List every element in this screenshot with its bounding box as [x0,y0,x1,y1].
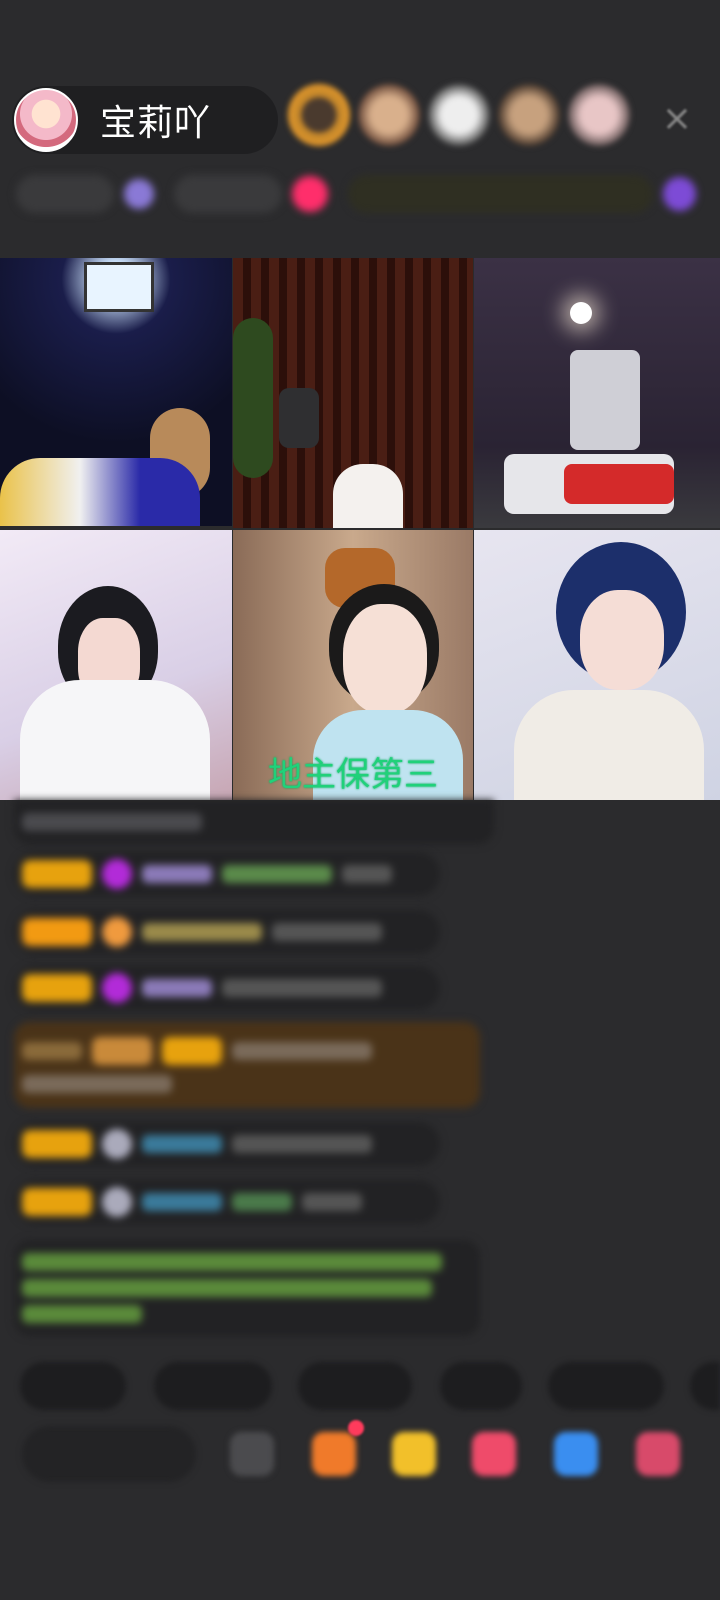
message-text [272,923,382,941]
level-badge [92,1037,152,1065]
viewer-avatar[interactable] [358,84,420,146]
notice-text [22,1279,432,1297]
close-icon[interactable]: × [660,101,694,137]
gem-icon [102,859,132,889]
viewer-avatar[interactable] [288,84,350,146]
quick-reply-chip[interactable] [548,1362,664,1410]
quick-reply-chip[interactable] [20,1362,126,1410]
video-tile[interactable] [474,258,720,528]
rank-chip[interactable] [16,175,115,213]
chat-message[interactable] [14,966,440,1010]
tile-label: 地主保第三 [268,755,438,795]
tile-label [474,524,720,528]
chat-input[interactable] [22,1426,196,1482]
video-tile[interactable] [233,258,473,528]
tile-label [233,524,473,528]
gift-icon[interactable] [392,1432,436,1476]
level-badge [22,918,92,946]
message-text [302,1193,362,1211]
host-info-pill[interactable]: 宝莉吖 [12,86,278,154]
emoji-icon[interactable] [230,1432,274,1476]
username [142,979,212,997]
badge-icon [124,179,154,209]
quick-reply-chip[interactable] [298,1362,412,1410]
host-name: 宝莉吖 [100,103,212,144]
chat-message[interactable] [14,910,440,954]
tile-label [0,522,232,526]
top-viewers-list[interactable] [288,84,630,154]
username [22,1042,82,1060]
quick-reply-chip[interactable] [690,1362,720,1410]
level-badge [22,1130,92,1158]
notification-dot [348,1420,364,1436]
username [142,1135,222,1153]
avatar-icon [102,1129,132,1159]
notice-text [22,1305,142,1323]
chat-message[interactable] [14,1180,440,1224]
chat-message[interactable] [14,1122,440,1166]
level-badge [22,1188,92,1216]
level-badge [22,974,92,1002]
highlight-message[interactable] [14,1022,480,1108]
avatar-icon [102,1187,132,1217]
more-gifts-icon[interactable] [636,1432,680,1476]
notice-ticker[interactable] [347,175,653,213]
message-text [232,1135,372,1153]
gem-icon [102,973,132,1003]
username [142,1193,222,1211]
system-notice [14,1240,480,1336]
chat-message[interactable] [14,800,494,844]
chat-message[interactable] [14,852,440,896]
message-text [232,1042,372,1060]
more-icon[interactable] [662,177,696,211]
message-text [232,1193,292,1211]
username [142,923,262,941]
video-tile[interactable] [474,530,720,800]
viewer-avatar[interactable] [568,84,630,146]
notice-text [22,1253,442,1271]
username [142,865,212,883]
video-tile[interactable] [0,530,232,800]
viewer-avatar[interactable] [498,84,560,146]
room-info-row[interactable] [16,168,706,220]
gem-icon [102,917,132,947]
message-text [222,865,332,883]
message-text [22,813,202,831]
message-text [222,979,382,997]
quick-reply-chip[interactable] [154,1362,272,1410]
host-avatar[interactable] [14,88,78,152]
gift-icon[interactable] [292,176,328,212]
viewer-avatar[interactable] [428,84,490,146]
video-tile[interactable]: 地主保第三 [233,530,473,800]
video-tile[interactable] [0,258,232,526]
gift-box-icon[interactable] [312,1432,356,1476]
heart-gift-icon[interactable] [472,1432,516,1476]
tile-label [474,796,720,800]
fans-chip[interactable] [173,175,283,213]
level-badge [22,860,92,888]
game-icon[interactable] [554,1432,598,1476]
level-badge [162,1037,222,1065]
quick-reply-chip[interactable] [440,1362,522,1410]
message-text [342,865,392,883]
message-text [22,1075,172,1093]
